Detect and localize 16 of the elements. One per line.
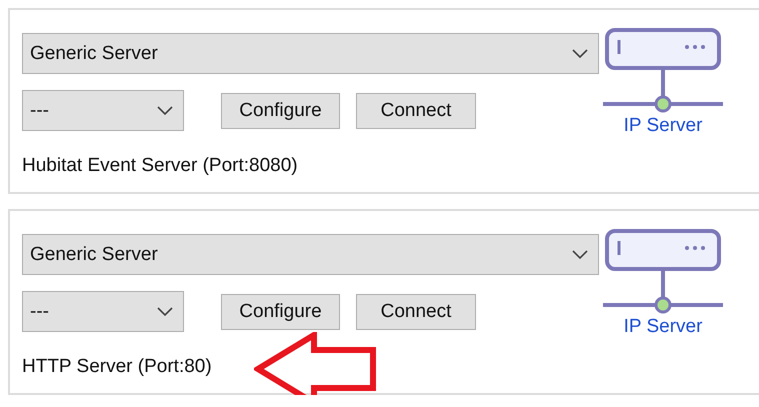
configure-button[interactable]: Configure (221, 294, 340, 330)
connect-button[interactable]: Connect (356, 92, 476, 128)
configure-button[interactable]: Configure (221, 92, 340, 128)
chevron-icon (157, 106, 173, 116)
device-dropdown[interactable]: --- (22, 90, 184, 131)
chevron-icon (572, 250, 588, 260)
server-description: Hubitat Event Server (Port:8080) (22, 155, 299, 177)
server-description: HTTP Server (Port:80) (22, 356, 213, 378)
chevron-icon (157, 306, 173, 316)
device-dropdown[interactable]: --- (22, 291, 184, 332)
server-type-dropdown[interactable]: Generic Server (22, 234, 599, 275)
ip-server-link[interactable]: IP Server (624, 115, 702, 137)
chevron-icon (572, 48, 588, 58)
server-type-dropdown[interactable]: Generic Server (22, 33, 599, 74)
connect-button[interactable]: Connect (356, 294, 476, 330)
ip-server-link[interactable]: IP Server (624, 316, 702, 338)
